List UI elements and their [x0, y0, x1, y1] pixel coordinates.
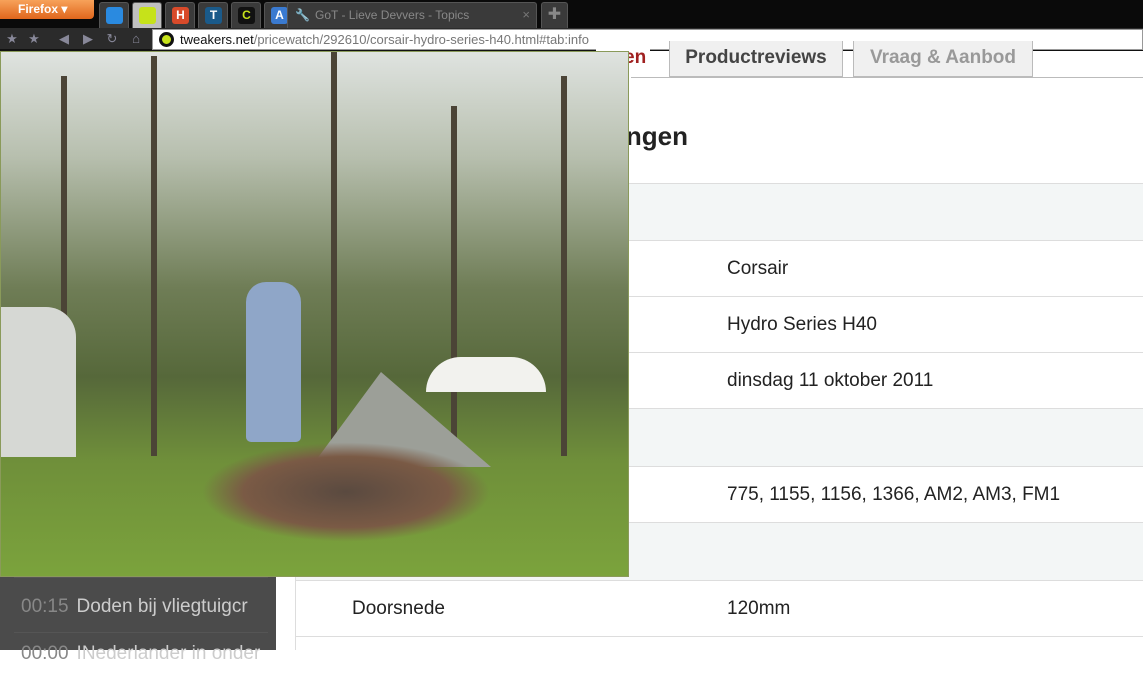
- twitter-bird-icon: [106, 7, 123, 24]
- home-icon[interactable]: ⌂: [128, 31, 144, 47]
- spec-row: [296, 636, 1143, 656]
- spec-value: 120mm: [727, 598, 791, 619]
- video-overlay[interactable]: [0, 51, 629, 577]
- wrench-icon: 🔧: [295, 8, 310, 22]
- reload-icon[interactable]: ↻: [104, 31, 120, 47]
- news-item[interactable]: 00:00 INederlander in onder: [14, 632, 268, 687]
- firefox-menu-button[interactable]: Firefox ▾: [0, 0, 94, 19]
- site-favicon-icon: [159, 32, 174, 47]
- tweakers-icon: [139, 7, 156, 24]
- c-icon: C: [238, 7, 255, 24]
- bookmark-menu-icon[interactable]: ★: [26, 31, 42, 47]
- new-tab-button[interactable]: ✚: [541, 2, 568, 28]
- forward-icon[interactable]: ▶: [80, 31, 96, 47]
- bookmark-icon[interactable]: ★: [4, 31, 20, 47]
- h-icon: H: [172, 7, 189, 24]
- spec-label: Doorsnede: [352, 598, 445, 619]
- spec-value: Corsair: [727, 258, 789, 279]
- spec-value: Hydro Series H40: [727, 314, 877, 335]
- tab-got-topics[interactable]: 🔧 GoT - Lieve Devvers - Topics ×: [287, 2, 537, 28]
- pinned-tab[interactable]: C: [231, 2, 261, 28]
- pinned-tab[interactable]: [132, 2, 162, 28]
- back-icon[interactable]: ◀: [56, 31, 72, 47]
- spec-value: 775, 1155, 1156, 1366, AM2, AM3, FM1: [727, 484, 1061, 505]
- translate-icon: A: [271, 7, 288, 24]
- tab-productreviews[interactable]: Productreviews: [669, 41, 843, 77]
- tab-bar: Firefox ▾ HTCA 🔧 GoT - Lieve Devvers - T…: [0, 0, 1143, 28]
- spec-row: Doorsnede 120mm: [296, 580, 1143, 636]
- t-icon: T: [205, 7, 222, 24]
- close-tab-icon[interactable]: ×: [522, 7, 530, 22]
- spec-value: dinsdag 11 oktober 2011: [727, 370, 934, 391]
- pinned-tab[interactable]: H: [165, 2, 195, 28]
- pinned-tab[interactable]: [99, 2, 129, 28]
- news-sidebar: 00:15 Doden bij vliegtuigcr 00:00 INederla…: [0, 577, 276, 664]
- tab-vraag-aanbod[interactable]: Vraag & Aanbod: [853, 41, 1033, 77]
- pinned-tab[interactable]: T: [198, 2, 228, 28]
- news-item[interactable]: 00:15 Doden bij vliegtuigcr: [14, 577, 268, 632]
